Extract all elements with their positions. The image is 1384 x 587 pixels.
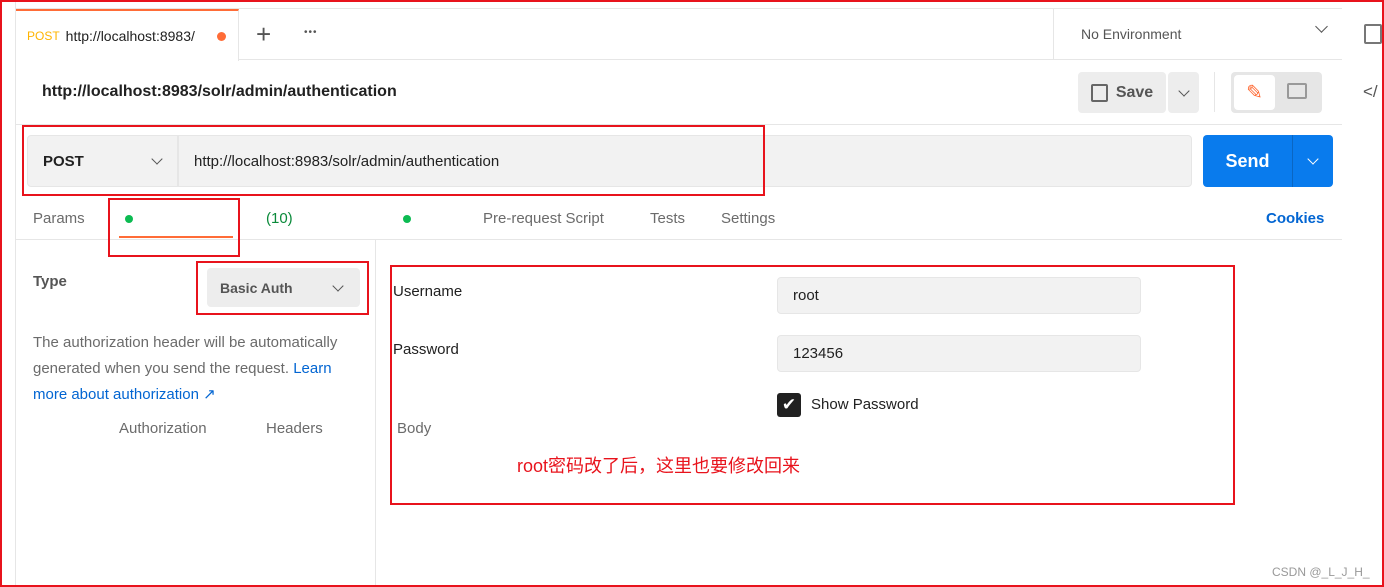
annotation-text: root密码改了后，这里也要修改回来 xyxy=(517,456,801,476)
unsaved-dot-icon xyxy=(216,31,226,41)
tab-authorization[interactable]: Authorization xyxy=(119,210,207,437)
send-options-button[interactable] xyxy=(1292,135,1333,187)
show-password-label[interactable]: Show Password xyxy=(811,396,919,413)
environment-quick-look-icon[interactable] xyxy=(1364,24,1382,44)
save-options-button[interactable] xyxy=(1168,72,1199,113)
cookies-link[interactable]: Cookies xyxy=(1266,210,1324,227)
method-select[interactable]: POST xyxy=(27,135,178,187)
new-tab-button[interactable]: + xyxy=(256,19,271,50)
chevron-down-icon xyxy=(1307,153,1319,165)
status-dot-icon xyxy=(403,215,411,224)
username-input[interactable]: root xyxy=(777,277,1141,314)
chevron-down-icon xyxy=(1315,20,1328,33)
show-password-checkbox[interactable]: ✔ xyxy=(777,393,801,417)
comments-button[interactable] xyxy=(1287,83,1307,99)
send-label: Send xyxy=(1225,150,1270,171)
url-value: http://localhost:8983/solr/admin/authent… xyxy=(194,152,500,170)
password-label: Password xyxy=(393,341,459,358)
tab-label: Headers xyxy=(266,420,323,437)
auth-type-select[interactable]: Basic Auth xyxy=(207,268,360,307)
password-input[interactable]: 123456 xyxy=(777,335,1141,372)
tab-label: Body xyxy=(397,420,432,437)
method-label: POST xyxy=(43,152,84,170)
chevron-down-icon xyxy=(332,280,344,292)
divider xyxy=(1214,72,1215,112)
auth-type-value: Basic Auth xyxy=(220,279,293,296)
column-divider xyxy=(375,240,376,587)
tab-method: POST xyxy=(27,29,60,43)
chevron-down-icon xyxy=(1177,84,1190,97)
url-input[interactable]: http://localhost:8983/solr/admin/authent… xyxy=(178,135,1192,187)
save-label: Save xyxy=(1115,83,1154,101)
chevron-down-icon xyxy=(151,153,163,165)
pencil-icon: ✎ xyxy=(1246,82,1263,104)
username-value: root xyxy=(793,287,819,304)
status-dot-icon xyxy=(125,215,133,224)
save-button[interactable]: Save xyxy=(1078,72,1166,113)
check-icon: ✔ xyxy=(781,395,797,414)
header-divider xyxy=(16,124,1342,125)
type-label: Type xyxy=(33,273,67,290)
tab-settings[interactable]: Settings xyxy=(721,210,775,227)
description-text: The authorization header will be automat… xyxy=(33,334,338,377)
watermark: CSDN @_L_J_H_ xyxy=(1272,565,1370,579)
active-tab-indicator xyxy=(119,236,233,238)
annotation-box-authorization-tab xyxy=(108,198,240,257)
environment-label: No Environment xyxy=(1081,25,1182,42)
view-toggle: ✎ xyxy=(1231,72,1322,113)
environment-select[interactable]: No Environment xyxy=(1053,8,1342,60)
tab-label: Authorization xyxy=(119,420,207,437)
tab-headers[interactable]: Headers (10) xyxy=(266,210,323,437)
tab-body[interactable]: Body xyxy=(397,210,431,437)
more-tabs-button[interactable]: ••• xyxy=(304,27,318,38)
tab-title: http://localhost:8983/ xyxy=(65,28,195,44)
tabs-divider xyxy=(16,239,1342,240)
headers-count: (10) xyxy=(266,210,293,227)
auth-description: The authorization header will be automat… xyxy=(33,330,363,408)
password-value: 123456 xyxy=(793,345,844,362)
username-label: Username xyxy=(393,283,463,300)
code-icon[interactable]: </ xyxy=(1363,82,1378,102)
tab-params[interactable]: Params xyxy=(33,210,85,227)
left-sidebar xyxy=(0,0,16,587)
request-title: http://localhost:8983/solr/admin/authent… xyxy=(42,83,397,100)
tab-pre-request-script[interactable]: Pre-request Script xyxy=(483,210,604,227)
edit-button[interactable]: ✎ xyxy=(1234,75,1275,110)
request-tab[interactable]: POST http://localhost:8983/ xyxy=(16,9,239,61)
send-button[interactable]: Send xyxy=(1203,135,1292,187)
tab-tests[interactable]: Tests xyxy=(650,210,685,227)
save-icon xyxy=(1090,83,1108,102)
